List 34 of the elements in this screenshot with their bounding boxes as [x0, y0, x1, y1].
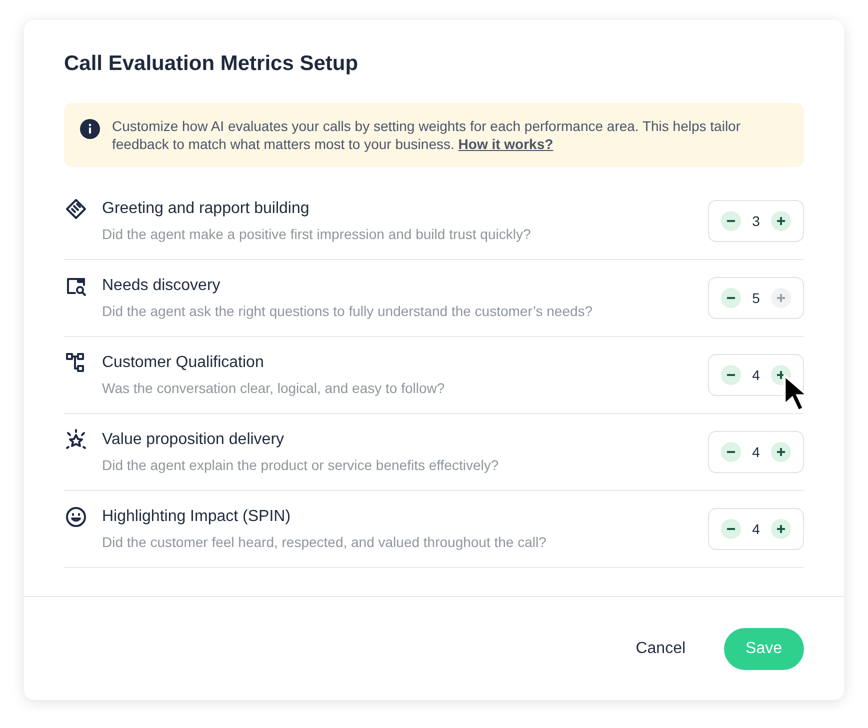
- metric-description: Did the customer feel heard, respected, and valued throughout the call?: [102, 534, 548, 550]
- weight-value: 4: [751, 444, 761, 460]
- how-it-works-link[interactable]: How it works?: [458, 136, 554, 152]
- sparkle-icon: [64, 428, 88, 452]
- weight-value: 5: [751, 290, 761, 306]
- smiley-icon: [64, 505, 88, 529]
- decrease-button[interactable]: [721, 211, 741, 231]
- metric-title: Greeting and rapport building: [102, 200, 310, 218]
- metric-description: Was the conversation clear, logical, and easy to follow?: [102, 380, 446, 396]
- metric-description: Did the agent make a positive first impression and build trust quickly?: [102, 226, 532, 242]
- plus-icon: [775, 215, 787, 227]
- decrease-button[interactable]: [721, 519, 741, 539]
- weight-value: 4: [751, 521, 761, 537]
- increase-button[interactable]: [771, 442, 791, 462]
- plus-icon: [775, 523, 787, 535]
- metric-description: Did the agent ask the right questions to fully understand the customer’s needs?: [102, 303, 594, 319]
- decrease-button[interactable]: [721, 365, 741, 385]
- cancel-button[interactable]: Cancel: [628, 628, 694, 670]
- metric-title: Highlighting Impact (SPIN): [102, 508, 292, 526]
- metric-title: Needs discovery: [102, 277, 222, 295]
- weight-value: 3: [751, 213, 761, 229]
- info-icon: [80, 119, 100, 139]
- metric-title: Value proposition delivery: [102, 431, 286, 449]
- plus-icon: [775, 446, 787, 458]
- weight-value: 4: [751, 367, 761, 383]
- decrease-button[interactable]: [721, 442, 741, 462]
- dialog-title: Call Evaluation Metrics Setup: [64, 52, 360, 76]
- decrease-button[interactable]: [721, 288, 741, 308]
- increase-button[interactable]: [771, 519, 791, 539]
- metric-title: Customer Qualification: [102, 354, 265, 372]
- plus-icon: [775, 292, 787, 304]
- metric-description: Did the agent explain the product or service benefits effectively?: [102, 457, 500, 473]
- increase-button[interactable]: [771, 211, 791, 231]
- info-text: Customize how AI evaluates your calls by setting weights for each performance area. This helps tailor feedback to match what matters most to your business. How it works?: [112, 117, 742, 153]
